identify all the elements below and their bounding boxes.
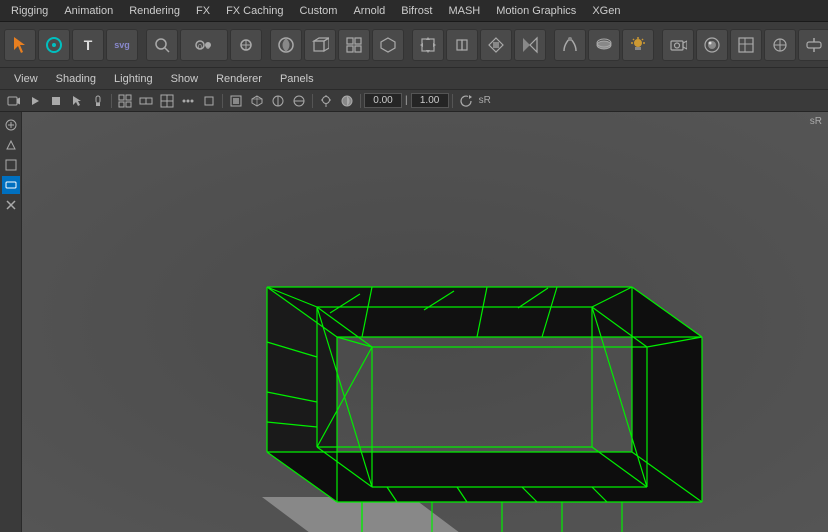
- grid-display-button[interactable]: [730, 29, 762, 61]
- menu-item-rendering[interactable]: Rendering: [122, 3, 187, 19]
- vp-cube-icon[interactable]: [247, 92, 267, 110]
- vp-box-icon[interactable]: [199, 92, 219, 110]
- vp-stop-icon[interactable]: [46, 92, 66, 110]
- renderer-label: sR: [477, 95, 493, 106]
- menu-item-bifrost[interactable]: Bifrost: [394, 3, 439, 19]
- surface-button[interactable]: [588, 29, 620, 61]
- vp-grid2-icon[interactable]: [136, 92, 156, 110]
- menu-item-arnold[interactable]: Arnold: [346, 3, 392, 19]
- svg-text:0: 0: [198, 44, 202, 51]
- xform-button[interactable]: [798, 29, 828, 61]
- rotate-tool-button[interactable]: [446, 29, 478, 61]
- viewport-menu-panels[interactable]: Panels: [272, 71, 322, 87]
- select-tool-button[interactable]: [4, 29, 36, 61]
- constraint-button[interactable]: [764, 29, 796, 61]
- viewport-menu-bar: View Shading Lighting Show Renderer Pane…: [0, 68, 828, 90]
- menu-item-xgen[interactable]: XGen: [585, 3, 627, 19]
- material-button[interactable]: [270, 29, 302, 61]
- mirror-tool-button[interactable]: [514, 29, 546, 61]
- transform-x-input[interactable]: [364, 93, 402, 108]
- menu-item-mash[interactable]: MASH: [441, 3, 487, 19]
- scale-tool-button[interactable]: [480, 29, 512, 61]
- poly-button[interactable]: [372, 29, 404, 61]
- menu-item-fx-caching[interactable]: FX Caching: [219, 3, 290, 19]
- menu-item-fx[interactable]: FX: [189, 3, 217, 19]
- sidebar-btn-1[interactable]: [2, 116, 20, 134]
- vp-refresh-icon[interactable]: [456, 92, 476, 110]
- sidebar-btn-4-highlight[interactable]: [2, 176, 20, 194]
- zoom-tool-button[interactable]: [146, 29, 178, 61]
- menu-item-custom[interactable]: Custom: [293, 3, 345, 19]
- viewport-menu-lighting[interactable]: Lighting: [106, 71, 161, 87]
- deform-button[interactable]: [554, 29, 586, 61]
- vp-layout-icon[interactable]: [157, 92, 177, 110]
- grid-button[interactable]: [338, 29, 370, 61]
- render-button[interactable]: [696, 29, 728, 61]
- vp-sep-2: [222, 94, 223, 108]
- vp-grid-icon[interactable]: [115, 92, 135, 110]
- viewport-menu-view[interactable]: View: [6, 71, 46, 87]
- vp-paint-icon[interactable]: [88, 92, 108, 110]
- grid-snap-button[interactable]: [230, 29, 262, 61]
- sidebar-btn-5[interactable]: [2, 196, 20, 214]
- viewport-menu-show[interactable]: Show: [163, 71, 207, 87]
- main-area: sR: [0, 112, 828, 532]
- snap-tool-button[interactable]: [38, 29, 70, 61]
- svg-tool-button[interactable]: svg: [106, 29, 138, 61]
- viewport-toolbar: | sR: [0, 90, 828, 112]
- vp-shader-icon[interactable]: [337, 92, 357, 110]
- transform-display-button[interactable]: 0 0: [180, 29, 228, 61]
- camera-button[interactable]: [662, 29, 694, 61]
- viewport-menu-renderer[interactable]: Renderer: [208, 71, 270, 87]
- vp-sep-1: [111, 94, 112, 108]
- vp-field-sep: |: [403, 95, 410, 106]
- vp-circle-icon[interactable]: [289, 92, 309, 110]
- cube-tool-button[interactable]: [304, 29, 336, 61]
- svg-text:0: 0: [206, 44, 210, 51]
- vp-arrow-icon[interactable]: [268, 92, 288, 110]
- viewport-menu-shading[interactable]: Shading: [48, 71, 104, 87]
- vp-dots-icon[interactable]: [178, 92, 198, 110]
- renderer-corner-label: sR: [810, 116, 822, 127]
- menu-item-motion-graphics[interactable]: Motion Graphics: [489, 3, 583, 19]
- move-tool-button[interactable]: [412, 29, 444, 61]
- transform-scale-input[interactable]: [411, 93, 449, 108]
- vp-sep-3: [312, 94, 313, 108]
- vp-sep-5: [452, 94, 453, 108]
- vp-play-icon[interactable]: [25, 92, 45, 110]
- top-menu-bar: Rigging Animation Rendering FX FX Cachin…: [0, 0, 828, 22]
- vp-isolate-icon[interactable]: [226, 92, 246, 110]
- text-tool-button[interactable]: T: [72, 29, 104, 61]
- left-sidebar: [0, 112, 22, 532]
- scene-svg: [22, 112, 828, 532]
- vp-light-icon[interactable]: [316, 92, 336, 110]
- menu-item-rigging[interactable]: Rigging: [4, 3, 55, 19]
- light-button[interactable]: [622, 29, 654, 61]
- 3d-viewport[interactable]: sR: [22, 112, 828, 532]
- sidebar-btn-3[interactable]: [2, 156, 20, 174]
- vp-select-icon[interactable]: [67, 92, 87, 110]
- vp-sep-4: [360, 94, 361, 108]
- sidebar-btn-2[interactable]: [2, 136, 20, 154]
- menu-item-animation[interactable]: Animation: [57, 3, 120, 19]
- main-toolbar: T svg 0 0: [0, 22, 828, 68]
- vp-camera-icon[interactable]: [4, 92, 24, 110]
